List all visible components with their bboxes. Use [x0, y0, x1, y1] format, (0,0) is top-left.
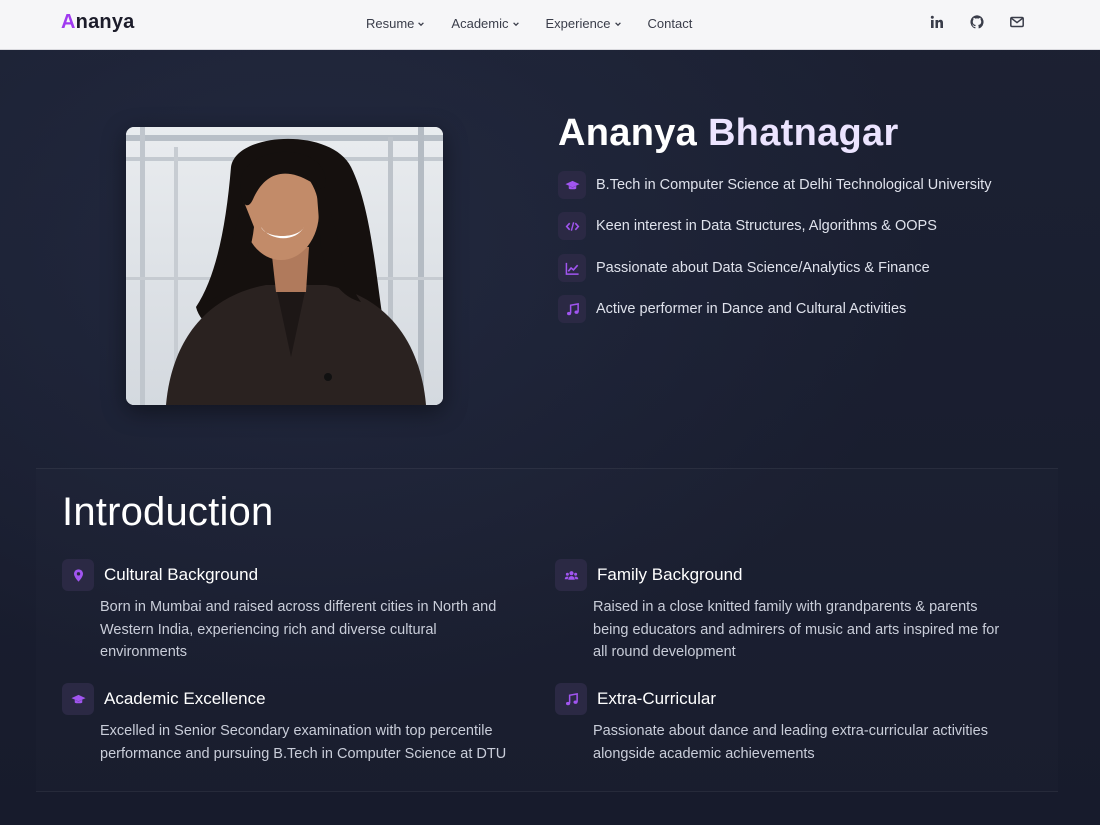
card-cultural-background: Cultural Background [62, 559, 258, 591]
nav-item-contact[interactable]: Contact [648, 16, 693, 31]
nav-item-experience[interactable]: Experience [546, 16, 622, 31]
top-navbar: Ananya Resume Academic Experience Contac… [0, 0, 1100, 50]
nav-item-academic[interactable]: Academic [451, 16, 519, 31]
section-title-introduction: Introduction [62, 490, 274, 534]
fact-item-dance: Active performer in Dance and Cultural A… [558, 295, 906, 323]
chevron-down-icon [418, 21, 425, 26]
card-text-extra-curricular: Passionate about dance and leading extra… [593, 723, 988, 762]
profile-photo [126, 127, 443, 405]
chevron-down-icon [614, 21, 621, 26]
hero-name: Ananya Bhatnagar [558, 112, 899, 154]
graduation-cap-icon [558, 171, 586, 199]
fact-item-data-science: Passionate about Data Science/Analytics … [558, 254, 930, 282]
music-icon [555, 683, 587, 715]
card-text-academic-excellence: Excelled in Senior Secondary examination… [100, 723, 507, 762]
linkedin-icon[interactable] [929, 14, 945, 30]
users-icon [555, 559, 587, 591]
nav-item-resume[interactable]: Resume [366, 16, 425, 31]
card-academic-excellence: Academic Excellence [62, 683, 266, 715]
chart-line-icon [558, 254, 586, 282]
site-logo[interactable]: Ananya [61, 11, 134, 34]
card-extra-curricular: Extra-Curricular [555, 683, 716, 715]
code-icon [558, 212, 586, 240]
mail-icon[interactable] [1009, 14, 1025, 30]
profile-photo-image [126, 127, 443, 405]
chevron-down-icon [512, 21, 519, 26]
github-icon[interactable] [969, 14, 985, 30]
card-text-family-background: Raised in a close knitted family with gr… [593, 599, 1000, 660]
graduation-cap-icon [62, 683, 94, 715]
nav-links: Resume Academic Experience Contact [366, 16, 718, 31]
music-icon [558, 295, 586, 323]
fact-item-interests: Keen interest in Data Structures, Algori… [558, 212, 937, 240]
card-text-cultural-background: Born in Mumbai and raised across differe… [100, 599, 497, 660]
fact-item-education: B.Tech in Computer Science at Delhi Tech… [558, 171, 991, 199]
map-pin-icon [62, 559, 94, 591]
card-family-background: Family Background [555, 559, 743, 591]
